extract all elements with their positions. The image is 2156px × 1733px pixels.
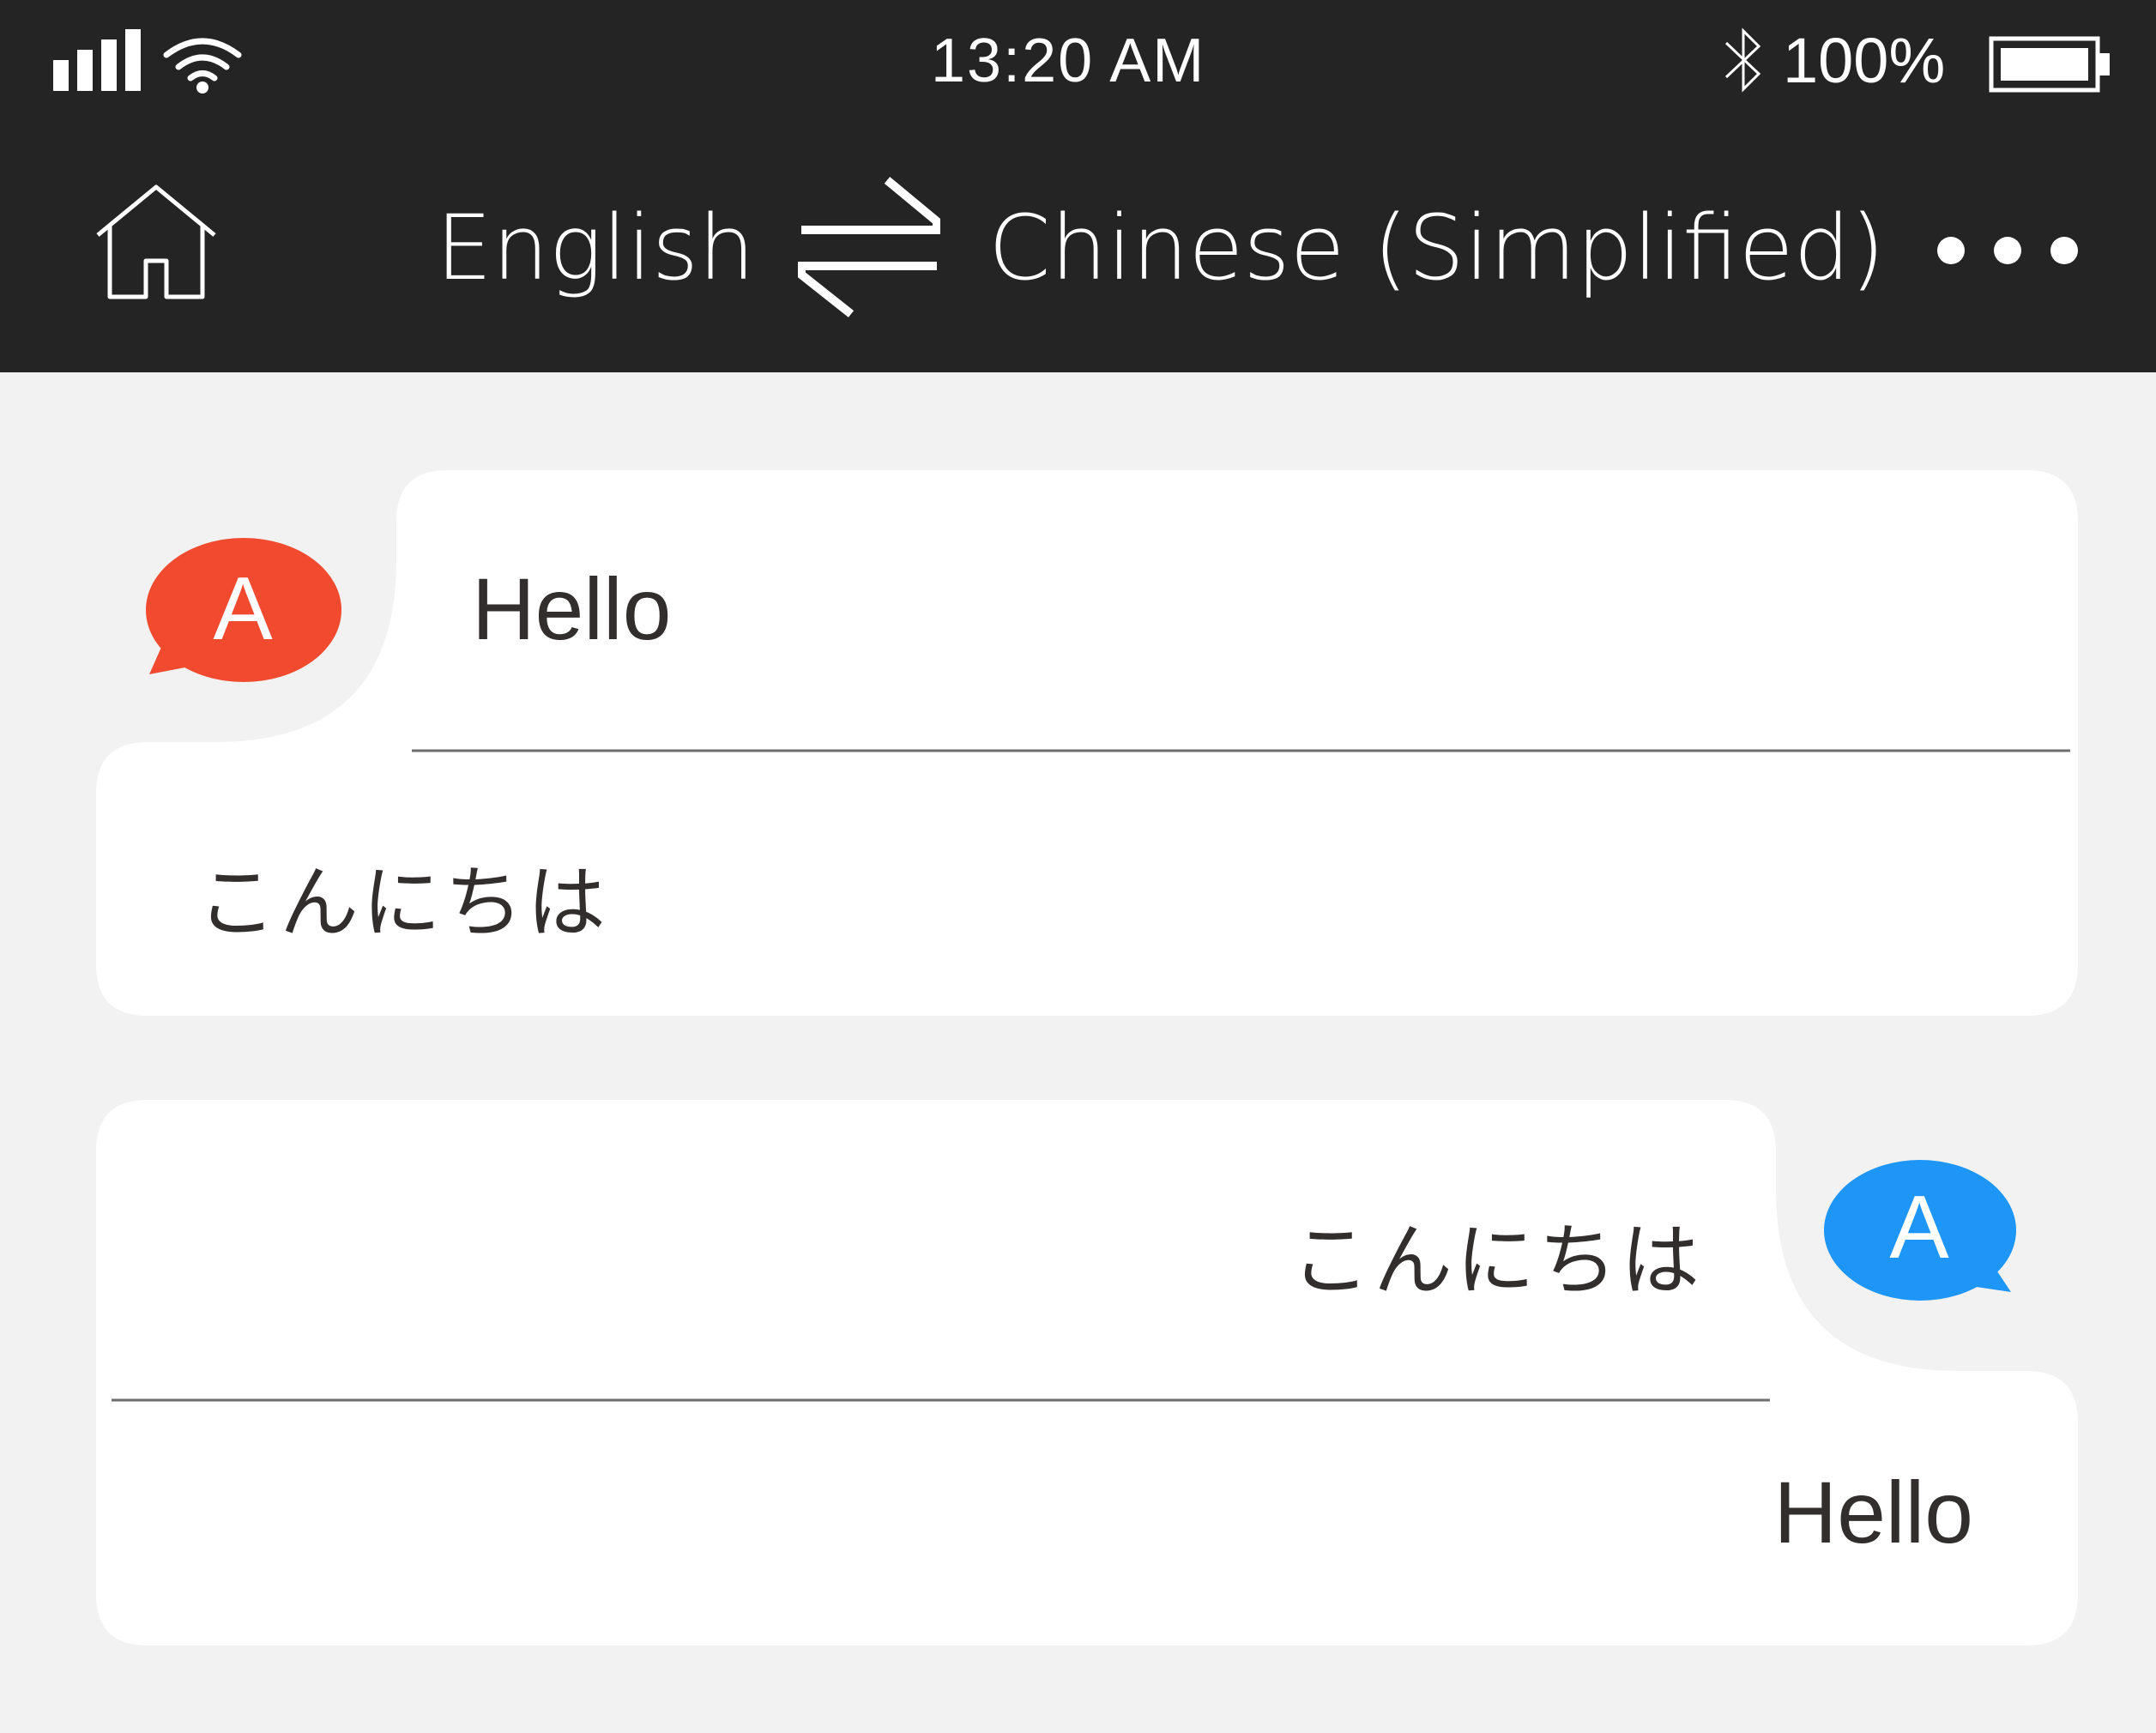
message-translated-text: こんにちは — [197, 857, 610, 949]
message-bubble — [96, 1100, 2078, 1645]
message-translated-text: Hello — [1773, 1464, 1973, 1561]
message-source-text: Hello — [472, 560, 672, 658]
message-source-text: こんにちは — [1290, 1215, 1703, 1307]
speaker-b-label: A — [1889, 1178, 1949, 1277]
speaker-a-label: A — [213, 559, 273, 659]
